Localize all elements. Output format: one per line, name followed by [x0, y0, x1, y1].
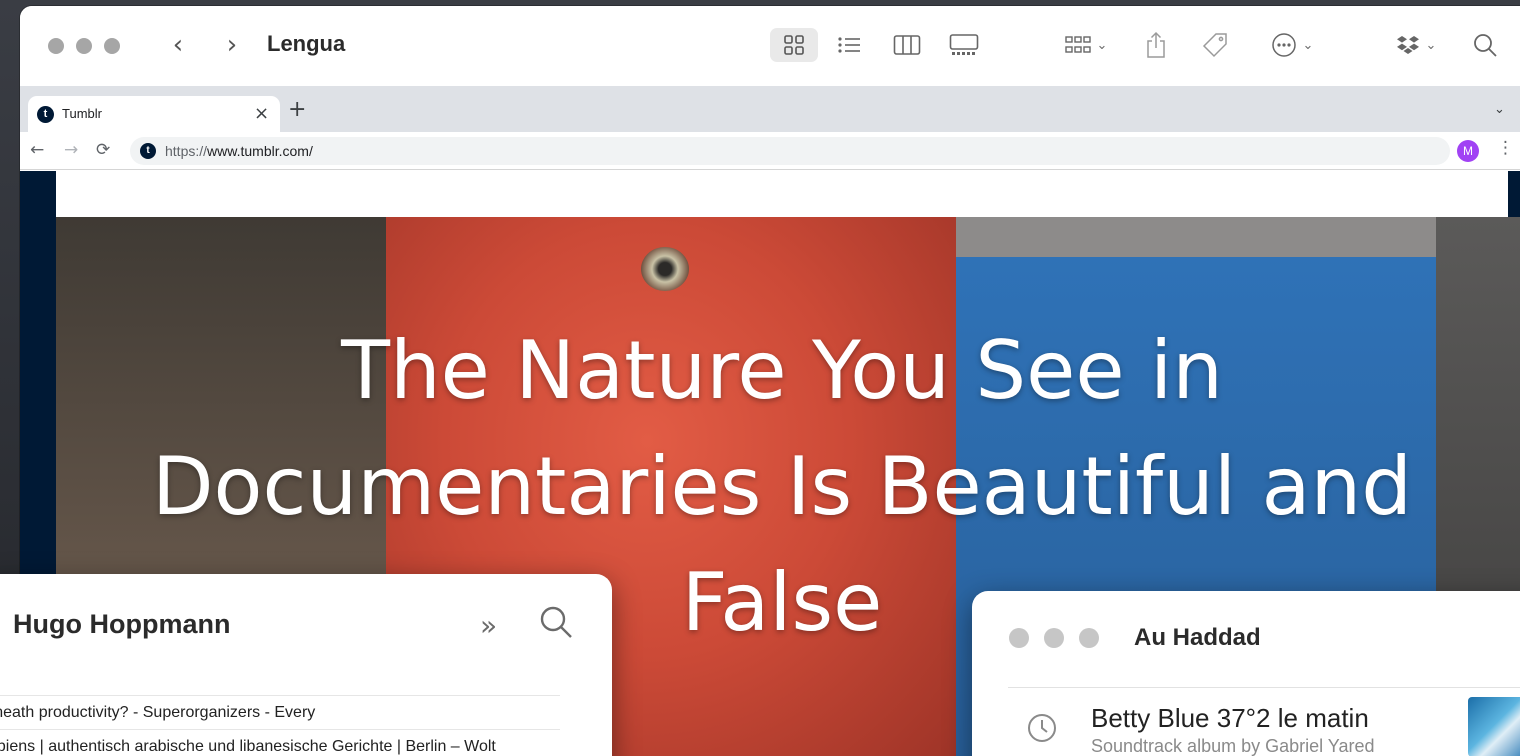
gallery-view-button[interactable]	[946, 28, 982, 62]
browser-menu-icon[interactable]: ⋮	[1497, 138, 1514, 158]
hero-image-sky	[956, 217, 1436, 257]
dropbox-icon	[1396, 36, 1419, 54]
browser-back-button[interactable]: ←	[30, 140, 44, 160]
list-item[interactable]: sapiens | authentisch arabische und liba…	[0, 729, 560, 756]
minimize-window-button[interactable]	[76, 38, 92, 54]
url-text[interactable]: https://www.tumblr.com/	[165, 143, 313, 159]
icon-view-button[interactable]	[770, 28, 818, 62]
flamingo-eye	[641, 247, 689, 291]
divider	[1008, 687, 1520, 688]
reload-button[interactable]: ⟳	[96, 140, 110, 160]
tab-list-chevron-icon[interactable]: ⌄	[1494, 102, 1505, 117]
omnibar: ← → ⟳ t https://www.tumblr.com/ M ⋮	[20, 132, 1520, 170]
column-view-button[interactable]	[890, 28, 924, 62]
list-view-icon	[838, 37, 860, 53]
group-by-button[interactable]: ⌄	[1056, 28, 1116, 62]
tab-title: Tumblr	[62, 106, 102, 121]
tab-strip: t Tumblr × + ⌄	[20, 86, 1520, 132]
notes-window: Hugo Hoppmann » erneath productivity? - …	[0, 574, 612, 756]
share-button[interactable]	[1142, 28, 1170, 62]
column-view-icon	[893, 35, 921, 55]
tag-button[interactable]	[1198, 28, 1232, 62]
music-window-title: Au Haddad	[1134, 624, 1261, 651]
list-view-button[interactable]	[832, 28, 866, 62]
tag-icon	[1202, 33, 1227, 58]
close-window-button[interactable]	[48, 38, 64, 54]
list-item[interactable]: erneath productivity? - Superorganizers …	[0, 695, 560, 727]
icon-view-icon	[784, 35, 804, 55]
search-button[interactable]	[1470, 28, 1500, 62]
dropbox-button[interactable]: ⌄	[1392, 28, 1440, 62]
browser-forward-button[interactable]: →	[64, 140, 78, 160]
tumblr-favicon-icon: t	[37, 106, 54, 123]
page-header-strip	[56, 171, 1508, 217]
new-tab-button[interactable]: +	[288, 99, 306, 121]
back-button[interactable]: ‹	[164, 30, 192, 60]
finder-titlebar: ‹ › Lengua ⌄ ⌄ ⌄	[20, 6, 1520, 84]
profile-avatar[interactable]: M	[1457, 140, 1479, 162]
zoom-window-button[interactable]	[1079, 628, 1099, 648]
url-scheme: https://	[165, 143, 208, 159]
album-artwork[interactable]	[1468, 697, 1520, 756]
chevron-down-icon: ⌄	[1096, 37, 1108, 53]
chevron-down-icon: ⌄	[1302, 37, 1314, 53]
more-actions-icon	[1271, 33, 1296, 57]
address-bar[interactable]: t https://www.tumblr.com/	[130, 137, 1450, 165]
music-window: Au Haddad Betty Blue 37°2 le matin Sound…	[972, 591, 1520, 756]
site-info-icon[interactable]: t	[140, 143, 156, 159]
group-by-icon	[1064, 36, 1091, 53]
chevron-down-icon: ⌄	[1425, 37, 1437, 53]
url-host: www.tumblr.com/	[207, 143, 313, 159]
gallery-view-icon	[949, 34, 979, 55]
expand-icon[interactable]: »	[480, 609, 497, 642]
tab-tumblr[interactable]: t Tumblr ×	[28, 96, 280, 132]
notes-window-title: Hugo Hoppmann	[13, 609, 231, 639]
window-title: Lengua	[267, 31, 346, 56]
minimize-window-button[interactable]	[1044, 628, 1064, 648]
song-subtitle: Soundtrack album by Gabriel Yared	[1091, 736, 1375, 756]
notes-search-button[interactable]	[538, 604, 574, 645]
search-icon	[1474, 34, 1497, 57]
recent-clock-icon	[1026, 712, 1058, 749]
song-title[interactable]: Betty Blue 37°2 le matin	[1091, 703, 1369, 734]
more-actions-button[interactable]: ⌄	[1264, 28, 1320, 62]
close-tab-button[interactable]: ×	[254, 103, 269, 124]
zoom-window-button[interactable]	[104, 38, 120, 54]
share-icon	[1147, 31, 1165, 58]
search-icon	[540, 606, 572, 638]
forward-button[interactable]: ›	[218, 30, 246, 60]
close-window-button[interactable]	[1009, 628, 1029, 648]
